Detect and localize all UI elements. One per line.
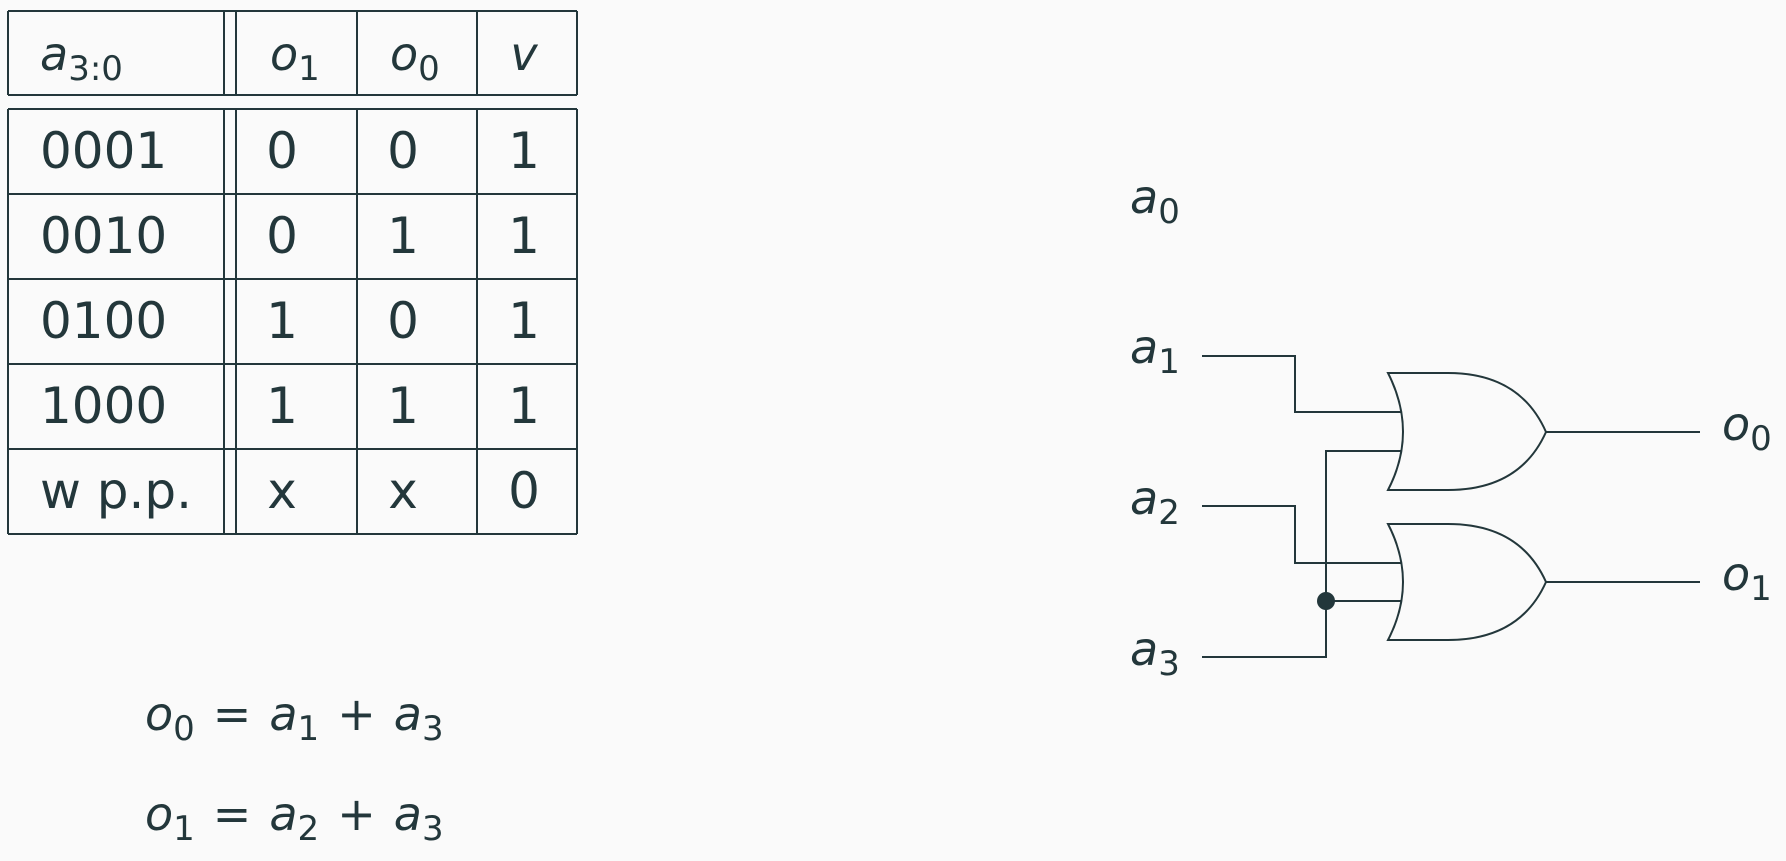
input-label-a0: a0 [1130,170,1180,232]
output-label-o1: o1 [1722,547,1772,609]
row-4-o1: 1 [266,377,298,435]
input-label-a1: a1 [1130,320,1180,382]
truth-table-grid [7,10,578,535]
input-label-a2: a2 [1130,471,1180,533]
row-4-o0: 1 [387,377,419,435]
row-2-o0: 1 [387,207,419,265]
equations: o0 = a1 + a3 o1 = a2 + a3 [145,687,444,849]
wire-a2 [1202,505,1401,564]
junction-dot [1317,592,1335,610]
header-o1: o1 [270,27,320,89]
row-2-input: 0010 [40,207,167,265]
row-2-o1: 0 [266,207,298,265]
row-1-input: 0001 [40,122,167,180]
row-5-input: w p.p. [40,462,192,520]
row-4-input: 1000 [40,377,167,435]
or-gate-o0 [1386,372,1548,491]
row-3-input: 0100 [40,292,167,350]
row-1-o0: 0 [387,122,419,180]
row-5-v: 0 [508,462,540,520]
equation-o1: o1 = a2 + a3 [145,787,444,849]
row-3-o1: 1 [266,292,298,350]
circuit: a0 a1 a2 a3 o0 o1 [1130,170,1772,684]
row-3-v: 1 [508,292,540,350]
row-1-v: 1 [508,122,540,180]
header-o0: o0 [390,27,440,89]
equation-o0: o0 = a1 + a3 [145,687,444,749]
wire-a1 [1202,355,1401,413]
row-3-o0: 0 [387,292,419,350]
row-5-o0: x [388,462,418,520]
row-5-o1: x [267,462,297,520]
input-label-a3: a3 [1130,622,1180,684]
header-input: a3:0 [40,27,123,89]
output-label-o0: o0 [1722,397,1772,459]
row-4-v: 1 [508,377,540,435]
wire-a3 [1202,450,1401,658]
row-1-o1: 0 [266,122,298,180]
or-gate-o1 [1386,523,1548,641]
header-v: v [510,27,538,81]
figure-canvas: a3:0 o1 o0 v 0001 0 0 1 0010 0 1 1 0100 … [7,10,1772,849]
truth-table: a3:0 o1 o0 v 0001 0 0 1 0010 0 1 1 0100 … [7,10,578,535]
row-2-v: 1 [508,207,540,265]
